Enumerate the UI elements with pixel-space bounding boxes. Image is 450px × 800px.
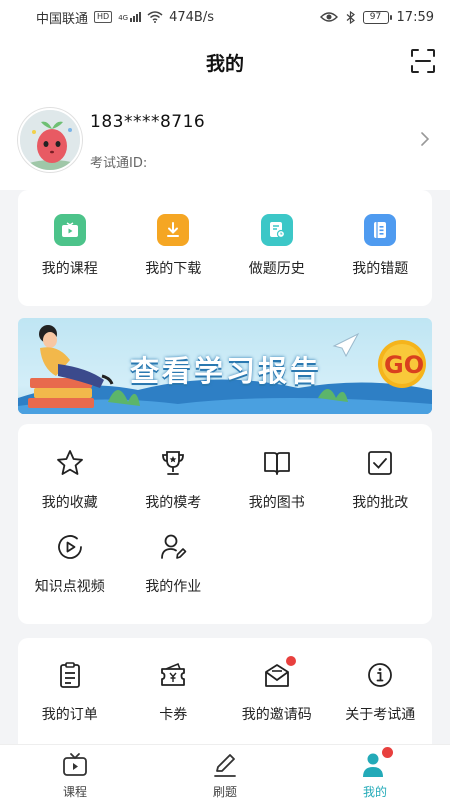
menu-item-knowledge-videos[interactable]: 知识点视频: [18, 532, 122, 596]
menu-item-label: 我的图书: [248, 495, 305, 511]
tab-courses[interactable]: 课程: [0, 745, 150, 800]
coupon-icon: [161, 662, 186, 686]
chevron-right-icon[interactable]: [418, 132, 432, 146]
menu-item-mock-exams[interactable]: 我的模考: [122, 448, 226, 512]
status-bar: 中国联通 HD 4G 474B/s 97 17:59: [0, 0, 450, 34]
carrier-label: 中国联通: [36, 11, 89, 27]
tab-label: 刷题: [212, 785, 237, 799]
menu-item-favorites[interactable]: 我的收藏: [18, 448, 122, 512]
scan-icon: [411, 49, 435, 73]
tools-card: 我的收藏 我的模考 我的图书 我的批改 知识点视频 我的作业: [18, 424, 432, 624]
scan-button[interactable]: [408, 46, 438, 76]
signal-icon: 4G: [118, 12, 142, 22]
menu-item-label: 我的模考: [145, 495, 202, 511]
tab-practice[interactable]: 刷题: [150, 745, 300, 800]
menu-item-my-books[interactable]: 我的图书: [225, 448, 329, 512]
avatar[interactable]: [18, 108, 82, 172]
page-title: 我的: [205, 52, 244, 75]
page-header: 我的: [0, 34, 450, 90]
play-icon: [57, 535, 82, 559]
menu-item-label: 我的错题: [352, 261, 409, 277]
menu-item-label: 我的下载: [145, 261, 202, 277]
exam-id-label: 考试通ID:: [90, 156, 148, 171]
eye-icon: [319, 12, 338, 22]
menu-item-corrections[interactable]: 我的批改: [329, 448, 433, 512]
menu-item-coupons[interactable]: 卡券: [122, 660, 226, 724]
menu-item-label: 我的课程: [41, 261, 98, 277]
wifi-icon: [147, 11, 163, 23]
download-icon: [157, 214, 190, 246]
quick-menu-card: 我的课程 我的下载 做题历史 我的错题: [18, 190, 432, 306]
clock: 17:59: [396, 9, 434, 25]
user-edit-icon: [161, 534, 187, 559]
menu-item-label: 我的订单: [41, 707, 98, 723]
profile-section[interactable]: 183****8716 考试通ID:: [0, 90, 450, 190]
menu-item-about[interactable]: 关于考试通: [329, 660, 433, 724]
person-icon-wrap: [361, 747, 393, 779]
hd-badge: HD: [94, 11, 113, 23]
info-icon: [368, 663, 393, 687]
bluetooth-icon: [346, 10, 355, 24]
order-icon: [59, 662, 80, 688]
battery-icon: 97: [362, 10, 392, 24]
network-speed: 474B/s: [169, 9, 214, 25]
history-icon: [260, 214, 293, 246]
notification-dot: [382, 747, 393, 758]
star-icon: [56, 450, 83, 475]
notification-dot: [285, 656, 296, 666]
tab-label: 我的: [362, 785, 387, 799]
trophy-icon: [162, 451, 185, 475]
checkbox-icon: [368, 451, 393, 475]
menu-item-label: 关于考试通: [345, 707, 416, 723]
menu-item-label: 做题历史: [248, 261, 305, 277]
study-report-banner[interactable]: 查看学习报告 GO: [18, 318, 432, 414]
menu-item-label: 我的作业: [145, 579, 202, 595]
menu-item-my-courses[interactable]: 我的课程: [18, 214, 122, 278]
menu-item-my-downloads[interactable]: 我的下载: [122, 214, 226, 278]
video-icon: [53, 214, 86, 246]
menu-item-label: 我的批改: [352, 495, 409, 511]
banner-go-button[interactable]: GO: [384, 351, 424, 379]
tab-label: 课程: [62, 785, 87, 799]
menu-item-label: 卡券: [159, 707, 188, 723]
menu-item-label: 我的收藏: [41, 495, 98, 511]
pen-icon: [214, 754, 236, 777]
menu-item-orders[interactable]: 我的订单: [18, 660, 122, 724]
bottom-tab-bar: 课程 刷题 我的: [0, 744, 450, 800]
menu-item-homework[interactable]: 我的作业: [122, 532, 226, 596]
menu-item-wrong-questions[interactable]: 我的错题: [329, 214, 433, 278]
phone-number: 183****8716: [90, 112, 206, 132]
banner-title: 查看学习报告: [130, 354, 323, 388]
services-card: 我的订单 卡券 我的邀请码 关于考试通: [18, 638, 432, 758]
notebook-icon: [364, 214, 397, 246]
menu-item-label: 知识点视频: [34, 579, 105, 595]
menu-item-invite-code[interactable]: 我的邀请码: [225, 656, 329, 724]
book-icon: [263, 452, 290, 475]
tab-mine[interactable]: 我的: [300, 745, 450, 800]
tv-icon: [63, 753, 87, 776]
mail-icon-wrap: [262, 656, 296, 690]
menu-item-label: 我的邀请码: [241, 707, 312, 723]
menu-item-history[interactable]: 做题历史: [225, 214, 329, 278]
